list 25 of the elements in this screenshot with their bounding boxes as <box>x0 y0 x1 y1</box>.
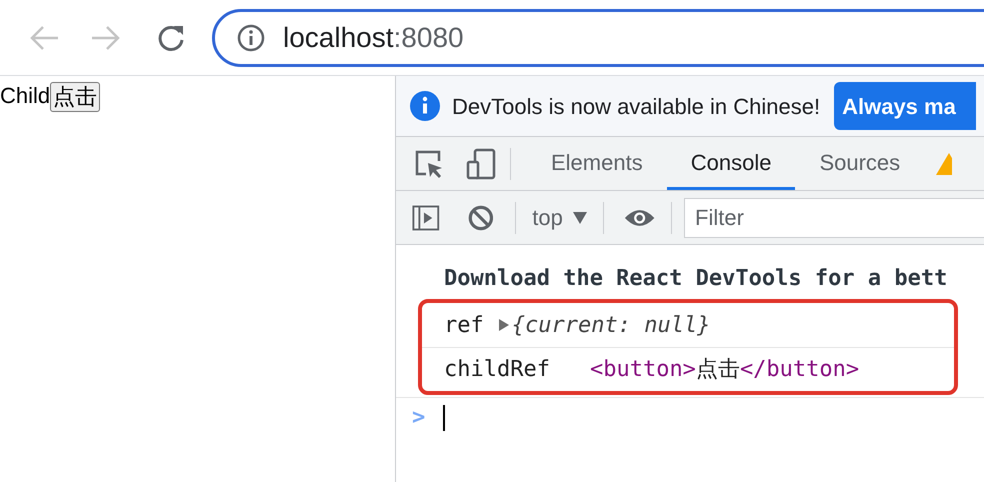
address-bar[interactable]: localhost:8080 <box>212 8 984 66</box>
page-text: Child <box>0 82 50 110</box>
url-text: localhost:8080 <box>283 20 464 54</box>
element-preview[interactable]: <button>点击</button> <box>590 353 860 386</box>
filter-field[interactable]: Filter <box>684 198 984 238</box>
object-preview[interactable]: {current: null} <box>512 308 710 342</box>
infobar-message: DevTools is now available in Chinese! <box>452 92 820 120</box>
dropdown-caret-icon <box>572 212 587 224</box>
block-icon[interactable] <box>468 204 494 232</box>
log-label: childRef <box>444 356 550 384</box>
always-button[interactable]: Always ma <box>834 82 976 130</box>
console-message: Download the React DevTools for a bett <box>444 265 948 293</box>
log-label: ref <box>444 312 484 340</box>
devtools-tab[interactable]: Sources <box>795 137 924 190</box>
context-dropdown[interactable]: top <box>532 201 587 234</box>
device-toolbar-icon[interactable] <box>466 148 496 180</box>
info-icon[interactable] <box>237 24 265 52</box>
text-cursor[interactable] <box>443 404 446 430</box>
inspect-element-icon[interactable] <box>414 148 444 178</box>
click-button[interactable]: 点击 <box>50 82 100 112</box>
expand-triangle-icon[interactable] <box>498 318 510 332</box>
devtools-tab[interactable]: Elements <box>527 137 667 190</box>
prompt-chevron: > <box>412 404 426 432</box>
sidebar-toggle-icon[interactable] <box>412 204 440 232</box>
info-icon <box>410 91 440 121</box>
